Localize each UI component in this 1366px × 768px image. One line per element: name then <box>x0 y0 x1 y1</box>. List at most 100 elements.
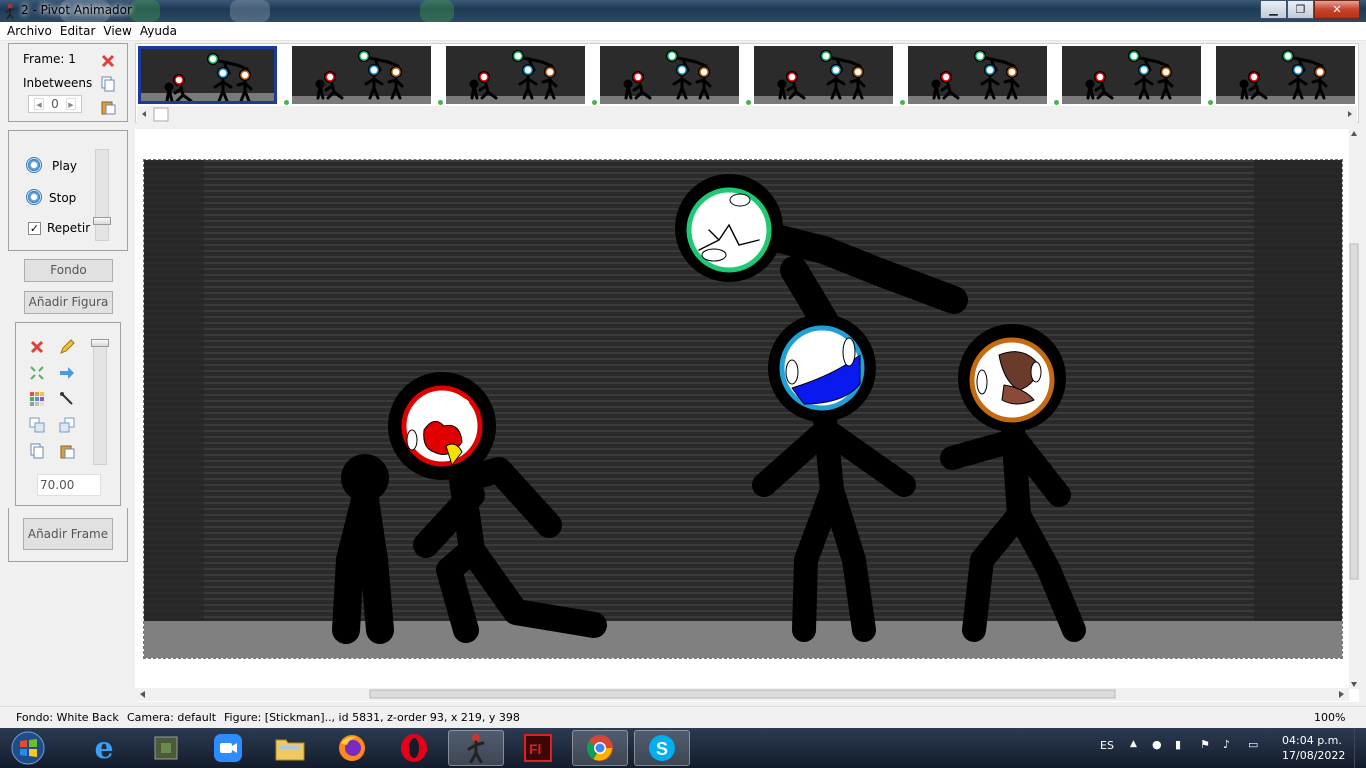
zoom-icon <box>214 734 242 762</box>
repeat-checkbox[interactable]: ✓ <box>28 222 41 235</box>
speed-slider-thumb[interactable] <box>93 217 111 225</box>
frame-thumbnail[interactable] <box>446 46 585 104</box>
network-icon[interactable]: ▭ <box>1248 738 1258 751</box>
frame-marker-dot <box>1208 100 1213 105</box>
frame-marker-dot <box>438 100 443 105</box>
menu-bar: Archivo Editar View Ayuda <box>0 22 1366 41</box>
playback-panel: Play Stop ✓ Repetir <box>8 130 128 251</box>
clock-time[interactable]: 04:04 p.m. <box>1282 734 1342 747</box>
figure-tools-panel: 70.00 <box>15 322 121 506</box>
frame-marker-dot <box>900 100 905 105</box>
flash-icon: Fl <box>524 734 552 762</box>
thumbnail-scrollbar[interactable] <box>137 106 1357 123</box>
spin-up-icon[interactable]: ▶ <box>66 98 76 110</box>
flip-figure-icon[interactable] <box>59 365 75 381</box>
frame-marker-dot <box>746 100 751 105</box>
canvas-vertical-scrollbar[interactable] <box>1349 129 1359 689</box>
paste-frame-icon[interactable] <box>100 99 116 115</box>
tray-device-icon[interactable]: ▮ <box>1175 738 1181 751</box>
paste-figure-icon[interactable] <box>59 443 75 459</box>
taskbar-chrome[interactable] <box>572 730 628 766</box>
tray-app-icon[interactable]: ● <box>1152 738 1162 751</box>
edit-figure-icon[interactable] <box>59 339 75 355</box>
minecraft-icon <box>154 736 178 760</box>
show-desktop-button[interactable] <box>1354 728 1366 768</box>
taskbar-file-explorer[interactable] <box>262 730 318 766</box>
spin-down-icon[interactable]: ◀ <box>34 98 44 110</box>
figure-size-slider-thumb[interactable] <box>91 339 109 347</box>
clock-date[interactable]: 17/08/2022 <box>1282 749 1345 762</box>
action-center-flag-icon[interactable]: ⚑ <box>1200 738 1210 751</box>
frame-marker-dot <box>1054 100 1059 105</box>
frame-thumbnail[interactable] <box>908 46 1047 104</box>
minimize-button[interactable]: ▁ <box>1260 0 1287 19</box>
language-indicator[interactable]: ES <box>1100 739 1114 752</box>
figure-size-slider[interactable] <box>93 341 107 465</box>
status-background: Fondo: White Back <box>16 711 119 724</box>
volume-icon[interactable]: ♪ <box>1223 738 1230 751</box>
taskbar-pivot-animator[interactable] <box>448 730 504 766</box>
titlebar-blur <box>230 0 270 22</box>
canvas-horizontal-scrollbar[interactable] <box>135 688 1349 701</box>
start-button[interactable] <box>0 730 56 766</box>
add-frame-panel <box>8 508 128 562</box>
taskbar-internet-explorer[interactable]: e <box>76 730 132 766</box>
windows-start-icon <box>11 731 45 765</box>
stage-scene <box>144 160 1342 658</box>
play-label[interactable]: Play <box>52 159 77 173</box>
joint-tool-icon[interactable] <box>59 391 75 407</box>
menu-editar[interactable]: Editar <box>56 24 100 38</box>
bring-front-icon[interactable] <box>29 417 45 433</box>
menu-view[interactable]: View <box>99 24 135 38</box>
taskbar-firefox[interactable] <box>324 730 380 766</box>
delete-figure-icon[interactable] <box>29 339 45 355</box>
scale-figure-icon[interactable] <box>29 365 45 381</box>
svg-text:Fl: Fl <box>529 741 541 757</box>
menu-archivo[interactable]: Archivo <box>3 24 56 38</box>
color-figure-icon[interactable] <box>29 391 45 407</box>
window-controls: ▁ ❐ ✕ <box>1260 0 1360 19</box>
skype-icon: S <box>649 735 675 761</box>
add-figure-button[interactable]: Añadir Figura <box>24 291 113 314</box>
menu-ayuda[interactable]: Ayuda <box>136 24 181 38</box>
inbetweens-spinner[interactable]: 0 ◀ ▶ <box>28 95 82 113</box>
status-zoom: 100% <box>1314 711 1346 724</box>
play-icon[interactable] <box>26 157 42 173</box>
frame-thumbnail[interactable] <box>600 46 739 104</box>
status-bar: Fondo: White Back Camera: default Figure… <box>0 706 1366 728</box>
title-bar: 2 - Pivot Animador ▁ ❐ ✕ <box>0 0 1366 22</box>
frame-panel: Frame: 1 Inbetweens 0 ◀ ▶ <box>8 43 128 122</box>
frame-thumbnail[interactable] <box>138 46 277 104</box>
folder-icon <box>275 739 305 761</box>
taskbar-zoom[interactable] <box>200 730 256 766</box>
delete-frame-icon[interactable] <box>100 53 116 69</box>
repeat-label[interactable]: Repetir <box>47 221 90 235</box>
figure-size-field[interactable]: 70.00 <box>37 474 101 496</box>
close-button[interactable]: ✕ <box>1314 0 1360 19</box>
stop-icon[interactable] <box>26 189 42 205</box>
maximize-button[interactable]: ❐ <box>1287 0 1314 19</box>
background-button[interactable]: Fondo <box>24 259 113 282</box>
taskbar-minecraft[interactable] <box>138 730 194 766</box>
frame-thumbnail[interactable] <box>292 46 431 104</box>
frame-thumbnail[interactable] <box>754 46 893 104</box>
copy-figure-icon[interactable] <box>29 443 45 459</box>
stop-label[interactable]: Stop <box>49 191 76 205</box>
taskbar-flash[interactable]: Fl <box>510 730 566 766</box>
pivot-animator-icon <box>467 734 485 763</box>
send-back-icon[interactable] <box>59 417 75 433</box>
titlebar-blur <box>420 0 454 22</box>
frame-thumbnail[interactable] <box>1062 46 1201 104</box>
frame-marker-dot <box>284 100 289 105</box>
speed-slider[interactable] <box>95 149 109 241</box>
frame-thumbnail[interactable] <box>1216 46 1355 104</box>
taskbar-opera[interactable] <box>386 730 442 766</box>
small-stickman <box>332 454 394 644</box>
titlebar-blur <box>130 0 160 22</box>
taskbar: e Fl S ES ▲ ● ▮ ⚑ ♪ ▭ 04:04 p.m. 17/08/2… <box>0 728 1366 768</box>
copy-frame-icon[interactable] <box>100 76 116 92</box>
show-hidden-icons-icon[interactable]: ▲ <box>1130 739 1137 749</box>
animation-stage[interactable] <box>143 159 1343 659</box>
taskbar-skype[interactable]: S <box>634 730 690 766</box>
svg-text:S: S <box>656 739 668 759</box>
